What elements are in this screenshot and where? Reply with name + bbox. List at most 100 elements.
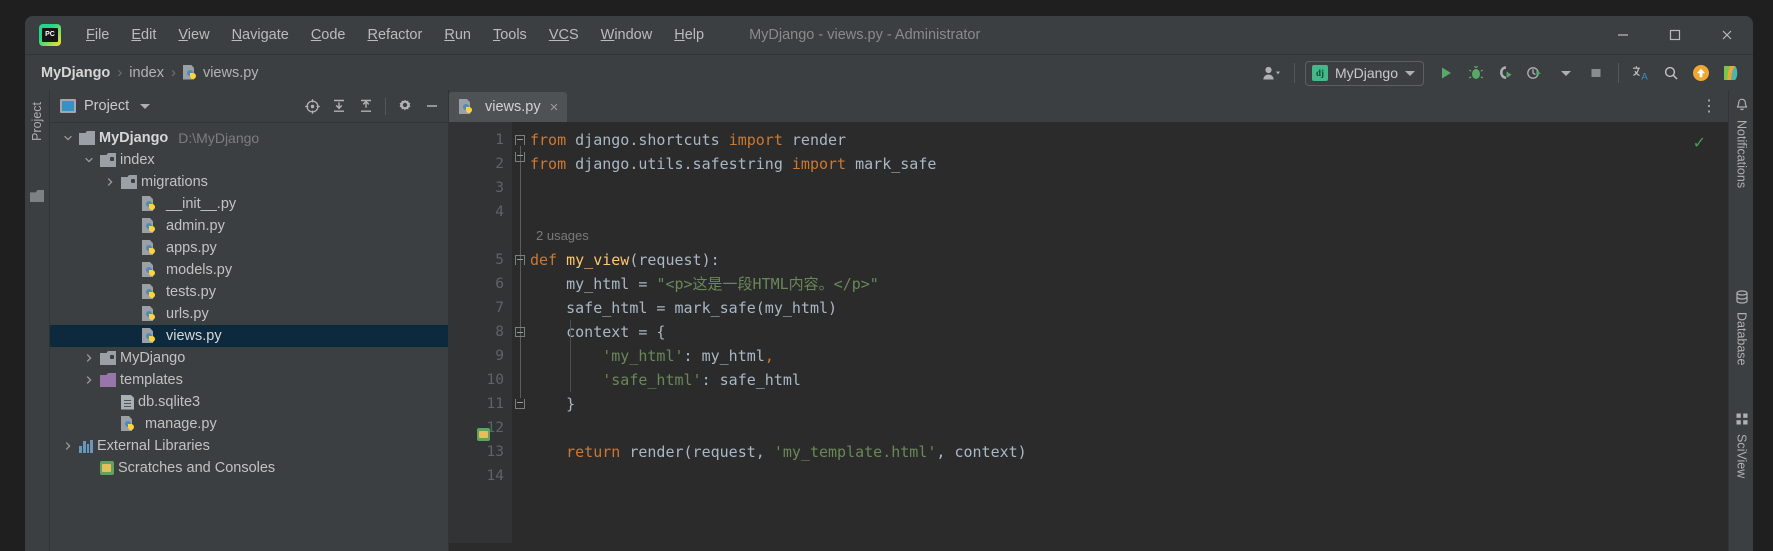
code-token: def (530, 251, 558, 269)
stop-icon[interactable] (1582, 59, 1610, 87)
title-bar: FileEditViewNavigateCodeRefactorRunTools… (25, 16, 1753, 54)
translate-icon[interactable]: A (1627, 59, 1655, 87)
menu-item-vcs[interactable]: VCS (538, 24, 590, 46)
breadcrumb-item-index[interactable]: index (129, 65, 164, 81)
breadcrumb-item-project[interactable]: MyDjango (41, 65, 110, 81)
editor-options-icon[interactable]: ⋮ (1698, 95, 1720, 117)
locate-icon[interactable] (300, 94, 324, 118)
close-icon[interactable]: × (550, 100, 559, 115)
chevron-right-icon[interactable] (81, 369, 97, 391)
main-area: Project Project MyDjango D:\MyDjango ind… (25, 90, 1753, 551)
chevron-right-icon[interactable] (60, 435, 76, 457)
tool-window-button-sciview[interactable]: SciView (1729, 412, 1753, 478)
fold-marker[interactable] (515, 255, 526, 266)
menu-item-run[interactable]: Run (433, 24, 482, 46)
fold-end-marker[interactable] (515, 152, 525, 162)
tree-item-init-py[interactable]: __init__.py (50, 193, 448, 215)
inspection-status-icon[interactable]: ✓ (1693, 136, 1706, 152)
line-number: 4 (495, 204, 504, 220)
tree-item-templates[interactable]: templates (50, 369, 448, 391)
toolbar-divider (1618, 63, 1619, 83)
profile-icon[interactable] (1522, 59, 1550, 87)
code-line: safe_html = mark_safe(my_html) (528, 296, 1728, 320)
run-configuration-selector[interactable]: dj MyDjango (1304, 60, 1424, 86)
run-line-marker-icon[interactable] (477, 428, 490, 441)
line-number: 10 (486, 372, 504, 388)
chevron-right-icon[interactable] (102, 171, 118, 193)
breadcrumb-item-file[interactable]: views.py (203, 65, 259, 81)
menu-item-tools[interactable]: Tools (482, 24, 538, 46)
tree-item-icon (100, 461, 114, 475)
code-token: my_html = (530, 275, 657, 293)
editor-tab-label: views.py (485, 99, 541, 115)
tree-item-urls-py[interactable]: urls.py (50, 303, 448, 325)
usages-inlay-hint[interactable]: 2 usages (528, 224, 1728, 248)
tree-item-index[interactable]: index (50, 149, 448, 171)
menu-item-window[interactable]: Window (590, 24, 664, 46)
collapse-all-icon[interactable] (354, 94, 378, 118)
expand-all-icon[interactable] (327, 94, 351, 118)
menu-item-code[interactable]: Code (300, 24, 357, 46)
close-button[interactable] (1701, 16, 1753, 54)
chevron-down-icon[interactable] (81, 149, 97, 171)
tree-item-external-libraries[interactable]: External Libraries (50, 435, 448, 457)
menu-item-navigate[interactable]: Navigate (221, 24, 300, 46)
menu-item-view[interactable]: View (167, 24, 220, 46)
tree-item-label: tests.py (166, 284, 216, 300)
chevron-right-icon[interactable] (81, 347, 97, 369)
tool-window-button-project[interactable]: Project (30, 102, 44, 141)
code-token: django.shortcuts (566, 131, 729, 149)
run-with-coverage-icon[interactable] (1492, 59, 1520, 87)
structure-icon[interactable] (30, 190, 44, 202)
tree-no-arrow (123, 193, 139, 215)
tree-item-models-py[interactable]: models.py (50, 259, 448, 281)
chevron-down-icon[interactable] (140, 103, 151, 109)
tree-item-views-py[interactable]: views.py (50, 325, 448, 347)
tree-item-manage-py[interactable]: manage.py (50, 413, 448, 435)
fold-marker[interactable] (515, 327, 525, 337)
gear-icon[interactable] (393, 94, 417, 118)
minimize-button[interactable] (1597, 16, 1649, 54)
tool-window-button-database[interactable]: Database (1729, 290, 1753, 366)
code-view[interactable]: 1234 5 6 7 8 9 10 11 12 13 14 from django.shortcu… (449, 122, 1728, 551)
search-everywhere-icon[interactable] (1657, 59, 1685, 87)
hide-panel-icon[interactable] (420, 94, 444, 118)
code-token: (request): (629, 251, 720, 269)
maximize-button[interactable] (1649, 16, 1701, 54)
tree-item-icon (142, 218, 162, 234)
menu-item-refactor[interactable]: Refactor (357, 24, 434, 46)
code-line: def my_view(request): (528, 248, 1728, 272)
update-project-icon[interactable] (1687, 59, 1715, 87)
fold-end-marker[interactable] (515, 399, 525, 409)
editor-tab-views-py[interactable]: views.py × (449, 92, 568, 122)
tool-window-button-notifications[interactable]: Notifications (1729, 98, 1753, 188)
tree-item-mydjango[interactable]: MyDjango (50, 347, 448, 369)
tree-item-migrations[interactable]: migrations (50, 171, 448, 193)
run-icon[interactable] (1432, 59, 1460, 87)
tree-item-db-sqlite3[interactable]: db.sqlite3 (50, 391, 448, 413)
tree-item-apps-py[interactable]: apps.py (50, 237, 448, 259)
breadcrumb-separator: › (170, 64, 176, 81)
project-view-icon (60, 99, 76, 113)
python-file-icon (142, 240, 157, 256)
code-text[interactable]: from django.shortcuts import render from … (528, 122, 1728, 551)
menu-item-help[interactable]: Help (663, 24, 715, 46)
tree-item-scratches-and-consoles[interactable]: Scratches and Consoles (50, 457, 448, 479)
python-file-icon (142, 196, 157, 212)
grid-icon (1735, 412, 1749, 431)
tool-window-icon[interactable] (1717, 59, 1745, 87)
menu-item-edit[interactable]: Edit (120, 24, 167, 46)
debug-icon[interactable] (1462, 59, 1490, 87)
fold-gutter[interactable] (512, 122, 528, 551)
fold-marker[interactable] (515, 135, 526, 146)
chevron-down-icon[interactable] (60, 127, 76, 149)
tree-item-mydjango[interactable]: MyDjango D:\MyDjango (50, 127, 448, 149)
tree-item-admin-py[interactable]: admin.py (50, 215, 448, 237)
tree-item-tests-py[interactable]: tests.py (50, 281, 448, 303)
chevron-down-icon[interactable] (1552, 59, 1580, 87)
user-account-icon[interactable] (1258, 59, 1286, 87)
menu-item-file[interactable]: File (75, 24, 120, 46)
navigation-toolbar: MyDjango › index › views.py dj MyDjango … (25, 54, 1753, 90)
